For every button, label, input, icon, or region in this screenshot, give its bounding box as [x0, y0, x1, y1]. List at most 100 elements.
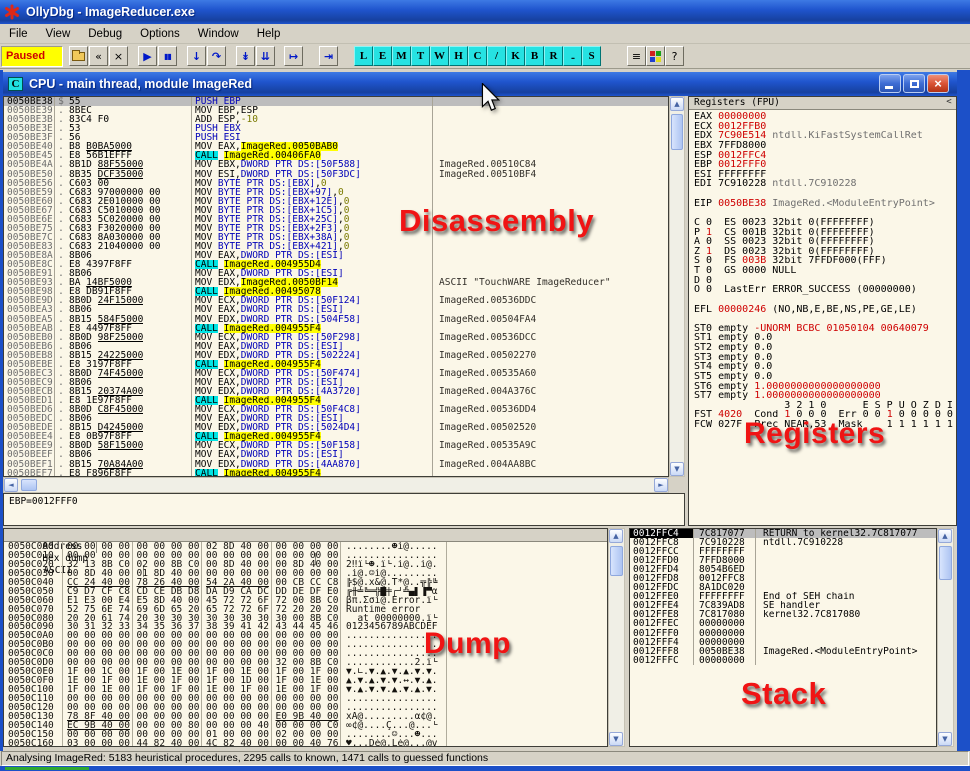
- pause-button[interactable]: ▮▮: [158, 46, 177, 66]
- dump-row[interactable]: 0050C050C9 D7 CF C8CD CE DB D8DA D9 CA D…: [4, 587, 607, 596]
- register-line[interactable]: EDX 7C90E514 ntdll.KiFastSystemCallRet: [689, 131, 956, 141]
- disasm-row[interactable]: 0050BE39.8BECMOV EBP,ESP: [4, 106, 668, 115]
- register-line[interactable]: ESP 0012FFC4: [689, 151, 956, 161]
- dump-row[interactable]: 0050C08020 20 61 7420 30 30 3030 30 30 3…: [4, 614, 607, 623]
- minimize-button[interactable]: [879, 74, 901, 93]
- register-line[interactable]: ST6 empty 1.0000000000000000000: [689, 382, 956, 392]
- scroll-thumb[interactable]: [671, 114, 683, 150]
- disasm-row[interactable]: 0050BE50.8B35 DCF35000MOV ESI,DWORD PTR …: [4, 170, 668, 179]
- stack-row[interactable]: 0012FFC87C910228ntdll.7C910228: [630, 538, 936, 547]
- panel-button-W[interactable]: W: [430, 46, 449, 66]
- disasm-row[interactable]: 0050BECB.8B15 20374A00MOV EDX,DWORD PTR …: [4, 387, 668, 396]
- disasm-row[interactable]: 0050BEE9.8B0D 58F15000MOV ECX,DWORD PTR …: [4, 441, 668, 450]
- disasm-row[interactable]: 0050BEA3.8B06MOV EAX,DWORD PTR DS:[ESI]: [4, 305, 668, 314]
- scroll-up-icon[interactable]: ▲: [609, 529, 623, 543]
- register-line[interactable]: [689, 314, 956, 324]
- stack-row[interactable]: 0012FFD07FFD8000: [630, 556, 936, 565]
- stack-pane[interactable]: 0012FFC47C817077RETURN to kernel32.7C817…: [629, 528, 937, 747]
- disasm-row[interactable]: 0050BE9D.8B0D 24F15000MOV ECX,DWORD PTR …: [4, 296, 668, 305]
- register-line[interactable]: EDI 7C910228 ntdll.7C910228: [689, 179, 956, 189]
- registers-pane[interactable]: Registers (FPU) < EAX 00000000ECX 0012FF…: [688, 96, 957, 526]
- register-line[interactable]: EAX 00000000: [689, 112, 956, 122]
- register-line[interactable]: ST2 empty 0.0: [689, 343, 956, 353]
- stack-row[interactable]: 0012FFC47C817077RETURN to kernel32.7C817…: [630, 529, 936, 538]
- dump-row[interactable]: 0050C0D000 00 00 0000 00 00 0000 00 00 0…: [4, 658, 607, 667]
- register-line[interactable]: [689, 295, 956, 305]
- register-line[interactable]: ST0 empty -UNORM BCBC 01050104 00640079: [689, 324, 956, 334]
- disasm-row[interactable]: 0050BE4A.8B1D 88F55000MOV EBX,DWORD PTR …: [4, 160, 668, 169]
- register-line[interactable]: P 1 CS 001B 32bit 0(FFFFFFFF): [689, 228, 956, 238]
- register-line[interactable]: ST3 empty 0.0: [689, 353, 956, 363]
- disassembly-vscrollbar[interactable]: ▲ ▼: [669, 96, 685, 477]
- scroll-up-icon[interactable]: ▲: [938, 529, 952, 543]
- register-line[interactable]: ST7 empty 1.0000000000000000000: [689, 391, 956, 401]
- dump-row[interactable]: 0050C01000 00 00 0000 00 00 0000 00 00 0…: [4, 551, 607, 560]
- register-line[interactable]: ST4 empty 0.0: [689, 362, 956, 372]
- stack-row[interactable]: 0012FFE87C817080kernel32.7C817080: [630, 610, 936, 619]
- dump-row[interactable]: 0050C09030 31 32 3334 35 36 3738 39 41 4…: [4, 622, 607, 631]
- disasm-row[interactable]: 0050BEB0.8B0D 98F25000MOV ECX,DWORD PTR …: [4, 333, 668, 342]
- run-button[interactable]: ▶: [138, 46, 157, 66]
- dump-row[interactable]: 0050C12000 00 00 0000 00 00 0000 00 00 0…: [4, 703, 607, 712]
- disasm-row[interactable]: 0050BED1.E8 1E97F8FFCALL ImageRed.004955…: [4, 396, 668, 405]
- stack-row[interactable]: 0012FFF80050BE38ImageRed.<ModuleEntryPoi…: [630, 647, 936, 656]
- disasm-row[interactable]: 0050BE91.8B06MOV EAX,DWORD PTR DS:[ESI]: [4, 269, 668, 278]
- register-line[interactable]: 3 2 1 0 E S P U O Z D I: [689, 401, 956, 411]
- disasm-row[interactable]: 0050BEF1.8B15 70A84A00MOV EDX,DWORD PTR …: [4, 460, 668, 469]
- scroll-down-icon[interactable]: ▼: [609, 732, 623, 746]
- animate-into-button[interactable]: ↡: [236, 46, 255, 66]
- menu-file[interactable]: File: [0, 26, 37, 42]
- disasm-row[interactable]: 0050BEB6.8B06MOV EAX,DWORD PTR DS:[ESI]: [4, 342, 668, 351]
- disasm-row[interactable]: 0050BE38$55PUSH EBP: [4, 97, 668, 106]
- panel-button-slash[interactable]: /: [487, 46, 506, 66]
- step-over-button[interactable]: ↷: [207, 46, 226, 66]
- dump-row[interactable]: 0050C13078 8F 40 0000 00 00 0000 00 00 0…: [4, 712, 607, 721]
- disasm-row[interactable]: 0050BE8C.E8 4397F8FFCALL ImageRed.004955…: [4, 260, 668, 269]
- register-line[interactable]: A 0 SS 0023 32bit 0(FFFFFFFF): [689, 237, 956, 247]
- panel-button-H[interactable]: H: [449, 46, 468, 66]
- dump-row[interactable]: 0050C040CC 24 40 0078 26 40 0054 2A 40 0…: [4, 578, 607, 587]
- stack-row[interactable]: 0012FFDC8A1DC020: [630, 583, 936, 592]
- stack-row[interactable]: 0012FFF000000000: [630, 629, 936, 638]
- panel-button-dots[interactable]: ...: [563, 46, 582, 66]
- disasm-row[interactable]: 0050BEB8.8B15 24225000MOV EDX,DWORD PTR …: [4, 351, 668, 360]
- disasm-row[interactable]: 0050BE45.E8 56B1EFFFCALL ImageRed.00406F…: [4, 151, 668, 160]
- menu-help[interactable]: Help: [248, 26, 290, 42]
- register-line[interactable]: EIP 0050BE38 ImageRed.<ModuleEntryPoint>: [689, 199, 956, 209]
- disasm-row[interactable]: 0050BE98.E8 DB91F8FFCALL ImageRed.004950…: [4, 287, 668, 296]
- scroll-up-icon[interactable]: ▲: [670, 97, 684, 111]
- scroll-thumb[interactable]: [610, 546, 623, 576]
- scroll-thumb[interactable]: [21, 479, 37, 491]
- register-line[interactable]: [689, 189, 956, 199]
- disasm-row[interactable]: 0050BEDC.8B06MOV EAX,DWORD PTR DS:[ESI]: [4, 414, 668, 423]
- dump-row[interactable]: 0050C1001F 00 1E 001F 00 1F 001E 00 1F 0…: [4, 685, 607, 694]
- dump-row[interactable]: 0050C00000 00 00 0000 00 00 0002 8D 40 0…: [4, 542, 607, 551]
- register-line[interactable]: T 0 GS 0000 NULL: [689, 266, 956, 276]
- menu-debug[interactable]: Debug: [79, 26, 131, 42]
- disasm-row[interactable]: 0050BEC9.8B06MOV EAX,DWORD PTR DS:[ESI]: [4, 378, 668, 387]
- register-line[interactable]: ECX 0012FFB0: [689, 122, 956, 132]
- dump-row[interactable]: 0050C0C000 00 00 0000 00 00 0000 00 00 0…: [4, 649, 607, 658]
- disasm-row[interactable]: 0050BEC3.8B0D 74F45000MOV ECX,DWORD PTR …: [4, 369, 668, 378]
- register-line[interactable]: ST1 empty 0.0: [689, 333, 956, 343]
- register-line[interactable]: D 0: [689, 276, 956, 286]
- stack-row[interactable]: 0012FFE47C839AD8SE handler: [630, 601, 936, 610]
- disasm-row[interactable]: 0050BE56.C603 00MOV BYTE PTR DS:[EBX],0: [4, 179, 668, 188]
- register-line[interactable]: ST5 empty 0.0: [689, 372, 956, 382]
- register-line[interactable]: S 0 FS 003B 32bit 7FFDF000(FFF): [689, 256, 956, 266]
- register-line[interactable]: C 0 ES 0023 32bit 0(FFFFFFFF): [689, 218, 956, 228]
- dump-row[interactable]: 0050C0F01E 00 1F 001E 00 1F 001F 00 1D 0…: [4, 676, 607, 685]
- restore-button[interactable]: [903, 74, 925, 93]
- stack-row[interactable]: 0012FFEC00000000: [630, 619, 936, 628]
- scroll-down-icon[interactable]: ▼: [938, 732, 952, 746]
- appearance-button[interactable]: [646, 46, 665, 66]
- disasm-row[interactable]: 0050BE8A.8B06MOV EAX,DWORD PTR DS:[ESI]: [4, 251, 668, 260]
- dump-row[interactable]: 0050C03000 8D 40 0001 8D 40 0000 00 00 0…: [4, 569, 607, 578]
- dump-vscrollbar[interactable]: ▲ ▼: [608, 528, 625, 747]
- panel-button-E[interactable]: E: [373, 46, 392, 66]
- stack-row[interactable]: 0012FFFC00000000: [630, 656, 936, 665]
- register-line[interactable]: [689, 208, 956, 218]
- stack-row[interactable]: 0012FFD80012FFC8: [630, 574, 936, 583]
- disasm-row[interactable]: 0050BEE4.E8 0B97F8FFCALL ImageRed.004955…: [4, 432, 668, 441]
- disassembly-pane[interactable]: 0050BE38$55PUSH EBP0050BE39.8BECMOV EBP,…: [3, 96, 669, 477]
